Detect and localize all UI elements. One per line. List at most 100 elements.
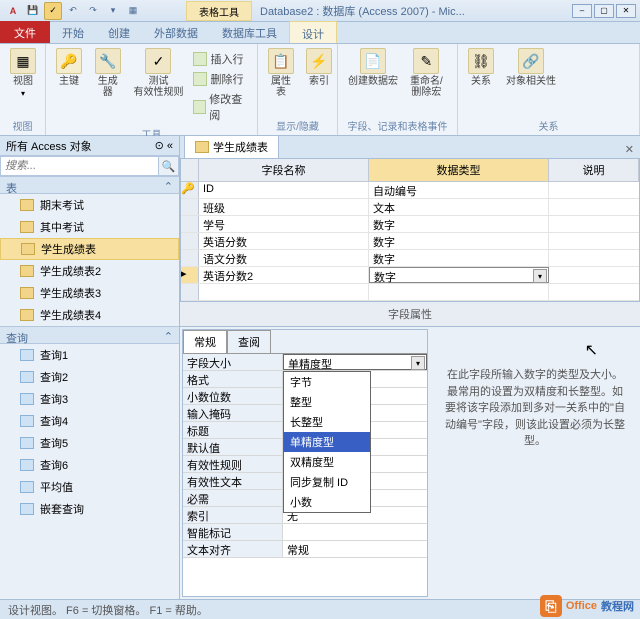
row-selector[interactable] (181, 250, 199, 266)
dropdown-button[interactable]: ▾ (411, 356, 425, 370)
dropdown-option[interactable]: 同步复制 ID (284, 472, 370, 492)
dropdown-button[interactable]: ▾ (533, 269, 547, 283)
save-icon[interactable]: 💾 (24, 2, 42, 20)
col-header[interactable]: 说明 (549, 159, 639, 181)
qat-button[interactable]: ▦ (124, 2, 142, 20)
property-sheet-button[interactable]: 📋 属性表 (264, 46, 298, 100)
file-tab[interactable]: 文件 (0, 21, 50, 43)
description-cell[interactable] (549, 216, 639, 232)
ribbon-tab[interactable]: 开始 (50, 21, 96, 43)
indexes-button[interactable]: ⚡ 索引 (302, 46, 336, 89)
field-name-cell[interactable]: 语文分数 (199, 250, 369, 266)
grid-row[interactable]: 英语分数数字 (181, 233, 639, 250)
delete-row-button[interactable]: 删除行 (191, 70, 251, 88)
ribbon-tab[interactable]: 数据库工具 (210, 21, 289, 43)
data-type-cell[interactable]: 数字 (369, 216, 549, 232)
dropdown-option[interactable]: 整型 (284, 392, 370, 412)
nav-item[interactable]: 学生成绩表3 (0, 282, 179, 304)
property-row[interactable]: 智能标记 (183, 524, 427, 541)
chevron-down-icon[interactable]: ⊙ « (155, 139, 173, 152)
field-name-cell[interactable]: 英语分数 (199, 233, 369, 249)
description-cell[interactable] (549, 233, 639, 249)
nav-header[interactable]: 所有 Access 对象 ⊙ « (0, 136, 179, 156)
nav-item[interactable]: 其中考试 (0, 216, 179, 238)
property-value[interactable]: 常规 (283, 541, 427, 557)
description-cell[interactable] (549, 250, 639, 266)
nav-group-header[interactable]: 表⌃ (0, 176, 179, 194)
undo-icon[interactable]: ↶ (64, 2, 82, 20)
qat-button[interactable]: ✓ (44, 2, 62, 20)
description-cell[interactable] (549, 199, 639, 215)
redo-icon[interactable]: ↷ (84, 2, 102, 20)
property-row[interactable]: 文本对齐常规 (183, 541, 427, 558)
row-selector[interactable] (181, 199, 199, 215)
row-selector[interactable]: 🔑 (181, 182, 199, 198)
nav-item[interactable]: 查询2 (0, 366, 179, 388)
tab-lookup[interactable]: 查阅 (227, 330, 271, 353)
nav-item[interactable]: 查询1 (0, 344, 179, 366)
empty-row[interactable] (181, 284, 639, 301)
nav-item[interactable]: 学生成绩表 (0, 238, 179, 260)
dropdown-option[interactable]: 双精度型 (284, 452, 370, 472)
close-button[interactable]: ✕ (616, 4, 636, 18)
property-row[interactable]: 字段大小单精度型▾ (183, 354, 427, 371)
test-rules-button[interactable]: ✓ 测试 有效性规则 (129, 46, 187, 100)
row-selector[interactable] (181, 216, 199, 232)
rename-macro-button[interactable]: ✎ 重命名/ 删除宏 (406, 46, 447, 100)
field-name-cell[interactable]: 班级 (199, 199, 369, 215)
ribbon-tab-design[interactable]: 设计 (289, 21, 337, 43)
col-header[interactable]: 数据类型 (369, 159, 549, 181)
app-icon[interactable]: A (4, 2, 22, 20)
property-value[interactable]: 单精度型▾ (283, 354, 427, 370)
property-value[interactable] (283, 524, 427, 540)
nav-item[interactable]: 学生成绩表4 (0, 304, 179, 326)
builder-button[interactable]: 🔧 生成器 (90, 46, 125, 100)
create-macro-button[interactable]: 📄 创建数据宏 (344, 46, 402, 89)
modify-lookup-button[interactable]: 修改查阅 (191, 90, 251, 124)
field-size-dropdown[interactable]: 字节整型长整型单精度型双精度型同步复制 ID小数 (283, 371, 371, 513)
close-tab-button[interactable]: ✕ (619, 141, 640, 158)
nav-item[interactable]: 查询5 (0, 432, 179, 454)
grid-row[interactable]: 语文分数数字 (181, 250, 639, 267)
primary-key-button[interactable]: 🔑 主键 (52, 46, 86, 89)
description-cell[interactable] (549, 267, 639, 283)
data-type-cell[interactable]: 自动编号 (369, 182, 549, 198)
nav-group-header[interactable]: 查询⌃ (0, 326, 179, 344)
search-icon[interactable]: 🔍 (158, 157, 178, 175)
minimize-button[interactable]: – (572, 4, 592, 18)
dropdown-option[interactable]: 字节 (284, 372, 370, 392)
search-input[interactable] (1, 157, 158, 175)
ribbon-tab[interactable]: 外部数据 (142, 21, 210, 43)
col-header[interactable]: 字段名称 (199, 159, 369, 181)
nav-item[interactable]: 平均值 (0, 476, 179, 498)
grid-row[interactable]: 班级文本 (181, 199, 639, 216)
data-type-cell[interactable]: 数字 (369, 233, 549, 249)
field-name-cell[interactable]: 学号 (199, 216, 369, 232)
view-button[interactable]: ▦ 视图 ▾ (6, 46, 40, 100)
tab-general[interactable]: 常规 (183, 330, 227, 353)
data-type-cell[interactable]: 数字 (369, 250, 549, 266)
maximize-button[interactable]: ▢ (594, 4, 614, 18)
nav-item[interactable]: 查询4 (0, 410, 179, 432)
grid-row[interactable]: 🔑ID自动编号 (181, 182, 639, 199)
qat-button[interactable]: ▾ (104, 2, 122, 20)
nav-item[interactable]: 学生成绩表2 (0, 260, 179, 282)
nav-item[interactable]: 嵌套查询 (0, 498, 179, 520)
relationships-button[interactable]: ⛓ 关系 (464, 46, 498, 89)
dropdown-option[interactable]: 单精度型 (284, 432, 370, 452)
grid-row[interactable]: 学号数字 (181, 216, 639, 233)
description-cell[interactable] (549, 182, 639, 198)
dropdown-option[interactable]: 长整型 (284, 412, 370, 432)
field-name-cell[interactable]: 英语分数2 (199, 267, 369, 283)
row-selector[interactable]: ▸ (181, 267, 199, 283)
grid-row[interactable]: ▸英语分数2数字▾ (181, 267, 639, 284)
row-selector[interactable] (181, 233, 199, 249)
ribbon-tab[interactable]: 创建 (96, 21, 142, 43)
document-tab[interactable]: 学生成绩表 (184, 135, 279, 158)
dependencies-button[interactable]: 🔗 对象相关性 (502, 46, 560, 89)
data-type-cell[interactable]: 数字▾ (369, 267, 549, 283)
nav-item[interactable]: 查询6 (0, 454, 179, 476)
nav-item[interactable]: 期末考试 (0, 194, 179, 216)
dropdown-option[interactable]: 小数 (284, 492, 370, 512)
data-type-cell[interactable]: 文本 (369, 199, 549, 215)
